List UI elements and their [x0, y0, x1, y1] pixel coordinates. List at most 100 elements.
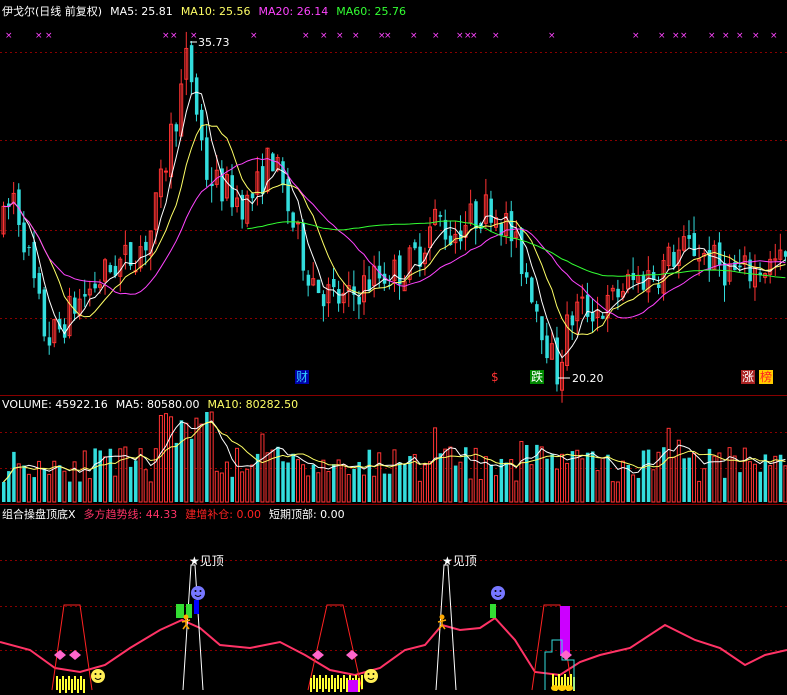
candle-body: [631, 273, 636, 281]
volume-bar: [2, 481, 6, 502]
candle: [271, 152, 275, 172]
volume-header: VOLUME: 45922.16 MA5: 80580.00 MA10: 80282…: [2, 398, 298, 411]
x-marker: ×: [548, 31, 556, 41]
candle: [194, 73, 199, 122]
volume-bar: [230, 476, 234, 502]
candle-body: [519, 228, 524, 275]
candle-body: [93, 283, 97, 289]
volume-bar: [636, 477, 641, 502]
volume-bar: [453, 465, 458, 502]
candle: [42, 286, 47, 342]
x-marker: ×: [632, 31, 640, 41]
candle-body: [489, 198, 493, 223]
x-marker: ×: [384, 31, 392, 41]
runner-icon: [439, 614, 445, 620]
volume-bar: [128, 466, 133, 502]
high-label: 35.73: [198, 36, 230, 49]
bottom-buy-bar: [77, 679, 79, 693]
candle-body: [306, 274, 311, 286]
candle-body: [722, 262, 727, 286]
bottom-buy-bar: [361, 675, 363, 689]
volume-bar: [722, 477, 727, 502]
x-marker: ×: [770, 31, 778, 41]
bottom-buy-bar: [80, 676, 82, 690]
emoji-eye: [94, 673, 97, 675]
event-marker-text: 财: [296, 370, 308, 384]
header-item: MA10: 25.56: [181, 5, 251, 18]
candle: [245, 190, 250, 228]
bottom-buy-bar: [316, 678, 318, 692]
coin-icon: [565, 685, 573, 691]
volume-bar: [78, 481, 82, 502]
volume-bar: [687, 457, 691, 502]
volume-bar: [504, 462, 509, 502]
volume-bar: [98, 450, 102, 502]
candle: [265, 147, 270, 194]
bottom-buy-bar: [322, 678, 324, 692]
bottom-buy-bar: [71, 679, 73, 693]
volume-bar: [367, 449, 372, 502]
header-item: 伊戈尔(日线 前复权): [2, 4, 102, 18]
candle-body: [692, 233, 697, 256]
volume-bar: [758, 471, 763, 502]
volume-bar: [682, 458, 686, 502]
candle-body: [291, 212, 295, 228]
candle: [1, 201, 6, 238]
candle: [128, 241, 133, 270]
header-item: 建增补仓: 0.00: [185, 507, 261, 521]
candle-body: [163, 170, 168, 173]
bottom-buy-bar: [337, 675, 339, 689]
volume-bar: [707, 448, 712, 502]
bottom-buy-bar: [358, 678, 360, 692]
x-marker: ×: [456, 31, 464, 41]
candle-body: [672, 251, 676, 267]
emoji-eye: [367, 673, 370, 675]
volume-bar: [22, 465, 26, 502]
candle-body: [738, 265, 742, 268]
x-marker: ×: [680, 31, 688, 41]
emoji-eye: [372, 673, 375, 675]
emoji-face-icon: [364, 669, 378, 683]
price-header: 伊戈尔(日线 前复权) MA5: 25.81 MA10: 25.56 MA20: 26…: [2, 4, 406, 18]
header-item: MA20: 26.14: [259, 5, 329, 18]
event-marker-text: 跌: [531, 369, 543, 384]
volume-bar: [646, 449, 651, 502]
bottom-buy-bar: [62, 676, 64, 690]
volume-bar: [332, 464, 336, 502]
x-marker: ×: [45, 31, 53, 41]
candle-body: [524, 272, 529, 278]
bottom-buy-bar: [334, 678, 336, 692]
header-item: MA60: 25.76: [336, 5, 406, 18]
candle-body: [601, 315, 605, 319]
candle-body: [128, 242, 133, 266]
volume-bar: [57, 465, 62, 502]
header-item: MA5: 80580.00: [116, 398, 200, 411]
volume-bar: [174, 442, 179, 502]
candle-body: [230, 175, 234, 208]
candle-body: [37, 273, 42, 294]
candle-body: [250, 193, 255, 199]
emoji-eye: [499, 590, 502, 592]
x-marker: ×: [352, 31, 360, 41]
green-signal-block: [490, 604, 496, 618]
x-marker: ×: [170, 31, 178, 41]
bottom-buy-bar: [59, 679, 61, 693]
volume-bar: [286, 462, 290, 502]
volume-bar: [606, 454, 610, 502]
header-item: VOLUME: 45922.16: [2, 398, 108, 411]
bottom-buy-bar: [319, 675, 321, 689]
volume-bar: [403, 464, 407, 502]
volume-bar: [276, 446, 280, 502]
emoji-eye: [99, 673, 102, 675]
volume-bar: [545, 458, 549, 502]
bottom-buy-bar: [346, 678, 348, 692]
stock-chart[interactable]: 伊戈尔(日线 前复权) MA5: 25.81 MA10: 25.56 MA20: 26…: [0, 0, 787, 695]
x-marker: ×: [432, 31, 440, 41]
volume-bar: [524, 444, 529, 502]
runner-icon: [183, 614, 189, 620]
candle-body: [413, 242, 417, 249]
candle-body: [295, 222, 300, 225]
emoji-face-icon: [491, 586, 505, 600]
header-item: 组合操盘顶底X: [2, 507, 76, 521]
emoji-eye: [494, 590, 497, 592]
